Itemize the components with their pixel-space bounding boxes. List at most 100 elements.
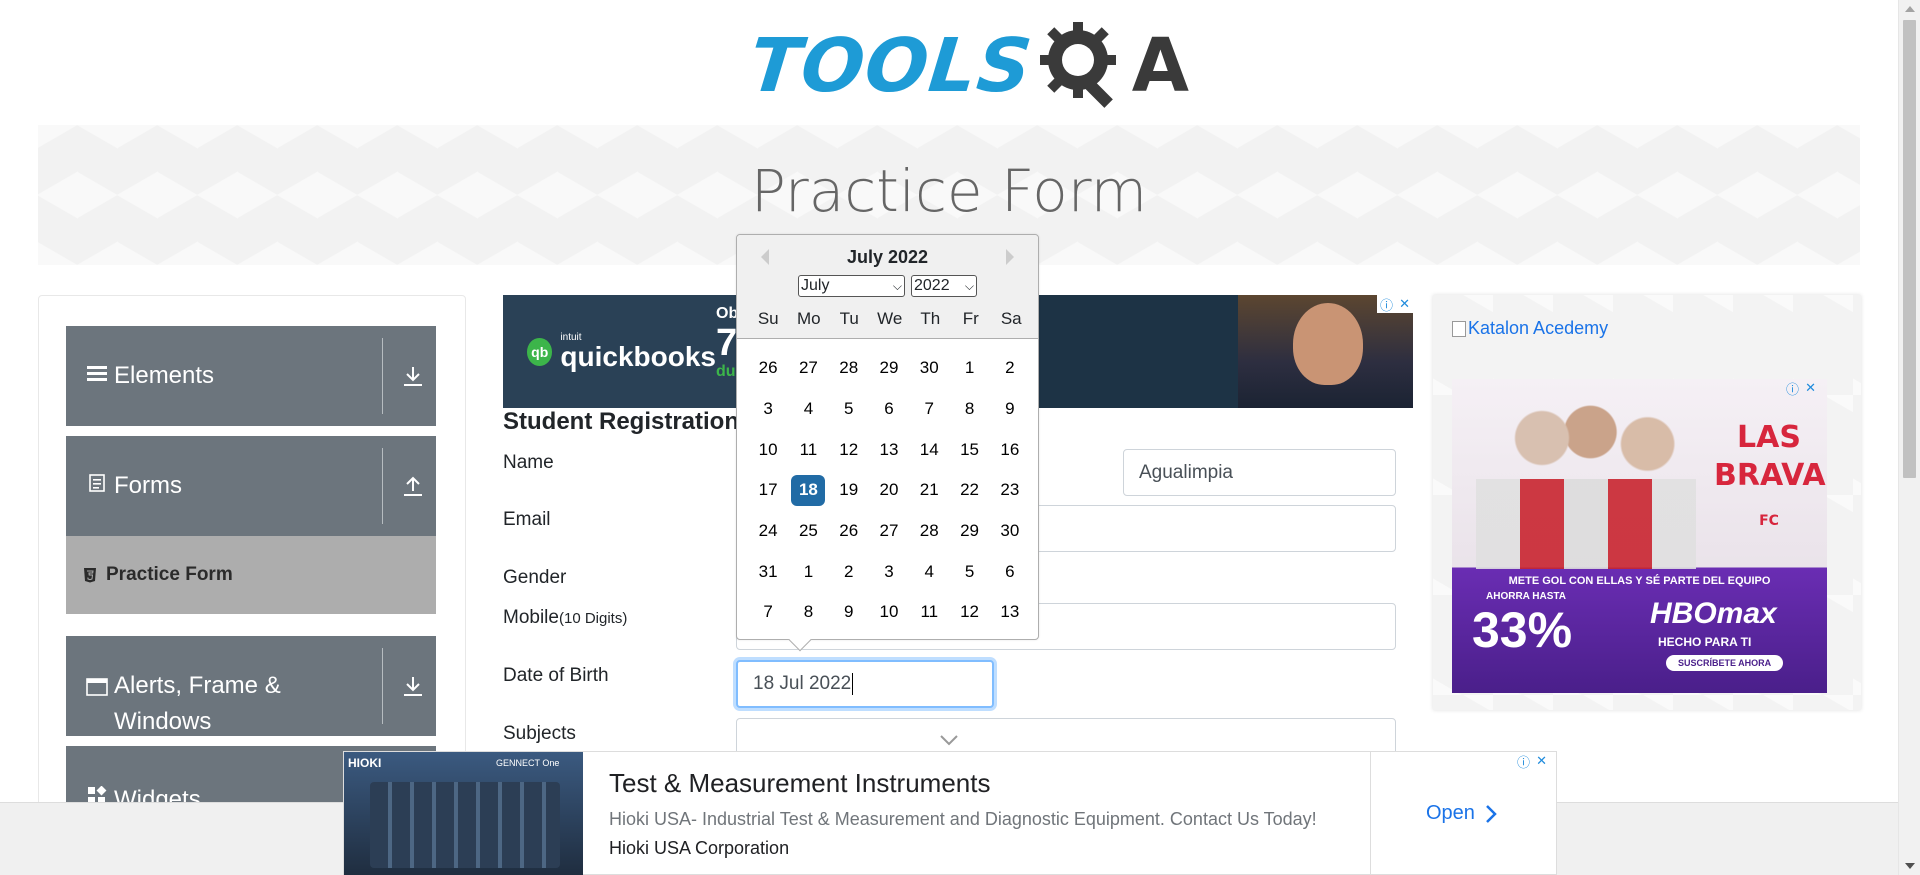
- calendar-day[interactable]: 12: [949, 592, 989, 633]
- calendar-day[interactable]: 28: [829, 348, 869, 389]
- katalon-ad-link[interactable]: Katalon Acedemy: [1452, 318, 1608, 339]
- chevron-down-icon: ⌵: [964, 278, 974, 293]
- calendar-week: 7 8 9 10 11 12 13: [748, 592, 1030, 633]
- close-icon: ✕: [1805, 380, 1816, 395]
- download-icon[interactable]: [400, 636, 426, 736]
- calendar-day[interactable]: 29: [869, 348, 909, 389]
- ad-description: Hioki USA- Industrial Test & Measurement…: [609, 809, 1317, 829]
- current-month: July 2022: [846, 247, 929, 267]
- calendar-day[interactable]: 10: [869, 592, 909, 633]
- date-picker-header: July 2022 July ⌵ 2022 ⌵ Su Mo Tu We Th Fr …: [737, 235, 1038, 339]
- nav-group-alerts[interactable]: Alerts, Frame & Windows: [66, 636, 436, 736]
- nav-group-label: Elements: [114, 362, 215, 389]
- calendar-day[interactable]: 4: [909, 551, 949, 592]
- form-title: Student Registration: [503, 408, 740, 435]
- scroll-down-icon: [1905, 863, 1915, 869]
- calendar-day[interactable]: 11: [788, 429, 828, 470]
- calendar-day[interactable]: 27: [788, 348, 828, 389]
- calendar-day[interactable]: 23: [990, 470, 1030, 511]
- calendar-day[interactable]: 27: [869, 511, 909, 552]
- calendar-day[interactable]: 7: [748, 592, 788, 633]
- gear-icon: [1036, 20, 1132, 112]
- calendar-day[interactable]: 12: [829, 429, 869, 470]
- calendar-week: 10 11 12 13 14 15 16: [748, 429, 1030, 470]
- upload-icon[interactable]: [400, 436, 426, 536]
- calendar-day[interactable]: 4: [788, 389, 828, 430]
- calendar-day[interactable]: 30: [909, 348, 949, 389]
- ad-title[interactable]: Test & Measurement Instruments: [609, 768, 990, 799]
- download-icon[interactable]: [400, 326, 426, 426]
- calendar-day[interactable]: 13: [869, 429, 909, 470]
- ad-choices-icon[interactable]: ⓘ ✕: [1514, 752, 1550, 770]
- page-scrollbar[interactable]: [1898, 0, 1920, 875]
- last-name-input[interactable]: Agualimpia: [1123, 449, 1396, 496]
- calendar-day[interactable]: 1: [788, 551, 828, 592]
- nav-group-forms[interactable]: Forms: [66, 436, 436, 536]
- nav-group-elements[interactable]: Elements: [66, 326, 436, 426]
- calendar-day[interactable]: 21: [909, 470, 949, 511]
- calendar-day[interactable]: 10: [748, 429, 788, 470]
- calendar-day-selected[interactable]: 18: [788, 470, 828, 511]
- calendar-day[interactable]: 9: [829, 592, 869, 633]
- nav-group-label-line2: Windows: [114, 708, 212, 735]
- toolsqa-logo[interactable]: TOOLS A: [745, 20, 1189, 112]
- calendar-day[interactable]: 25: [788, 511, 828, 552]
- calendar-day[interactable]: 15: [949, 429, 989, 470]
- calendar-day[interactable]: 9: [990, 389, 1030, 430]
- calendar-day[interactable]: 5: [949, 551, 989, 592]
- calendar-day[interactable]: 16: [990, 429, 1030, 470]
- month-select[interactable]: July ⌵: [798, 275, 905, 297]
- calendar-day[interactable]: 3: [748, 389, 788, 430]
- calendar-day[interactable]: 19: [829, 470, 869, 511]
- calendar-day[interactable]: 22: [949, 470, 989, 511]
- right-ad-panel: Katalon Acedemy LAS BRAVAS FC METE GOL C…: [1433, 295, 1861, 710]
- calendar-day[interactable]: 17: [748, 470, 788, 511]
- year-select[interactable]: 2022 ⌵: [911, 275, 977, 297]
- calendar-day[interactable]: 8: [788, 592, 828, 633]
- info-icon: ⓘ: [1380, 297, 1394, 313]
- info-icon: ⓘ: [1517, 754, 1531, 770]
- ad-hioki[interactable]: HIOKI GENNECT One Test & Measurement Ins…: [343, 751, 1557, 875]
- calendar-day[interactable]: 11: [909, 592, 949, 633]
- ad-choices-icon[interactable]: ⓘ ✕: [1377, 295, 1413, 313]
- calendar-day[interactable]: 24: [748, 511, 788, 552]
- calendar-day[interactable]: 28: [909, 511, 949, 552]
- ad-choices-icon[interactable]: ⓘ ✕: [1783, 379, 1819, 397]
- calendar-day[interactable]: 31: [748, 551, 788, 592]
- calendar-day[interactable]: 26: [829, 511, 869, 552]
- weekday: We: [877, 309, 903, 328]
- calendar-day[interactable]: 20: [869, 470, 909, 511]
- last-name-value: Agualimpia: [1139, 461, 1233, 483]
- chevron-down-icon[interactable]: [939, 731, 959, 753]
- ad-advertiser: Hioki USA Corporation: [609, 838, 790, 858]
- calendar-day[interactable]: 7: [909, 389, 949, 430]
- ad-product-image: HIOKI GENNECT One: [344, 752, 583, 875]
- calendar-grid: 26 27 28 29 30 1 2 3 4 5 6 7 8 9 10 11 12 13 14 15 16 17 18 19 2…: [748, 348, 1030, 633]
- calendar-day[interactable]: 3: [869, 551, 909, 592]
- calendar-day[interactable]: 14: [909, 429, 949, 470]
- calendar-day[interactable]: 29: [949, 511, 989, 552]
- calendar-day[interactable]: 8: [949, 389, 989, 430]
- date-of-birth-input[interactable]: 18 Jul 2022: [736, 660, 994, 708]
- next-month-icon[interactable]: [1006, 249, 1014, 265]
- calendar-day[interactable]: 6: [869, 389, 909, 430]
- calendar-day[interactable]: 1: [949, 348, 989, 389]
- weekday: Fr: [962, 309, 979, 328]
- calendar-day[interactable]: 2: [990, 348, 1030, 389]
- calendar-day[interactable]: 6: [990, 551, 1030, 592]
- calendar-day[interactable]: 26: [748, 348, 788, 389]
- broken-image-icon: [1452, 320, 1466, 337]
- open-button[interactable]: Open: [1426, 802, 1499, 825]
- show-title: LAS BRAVAS FC: [1714, 420, 1827, 529]
- calendar-day[interactable]: 5: [829, 389, 869, 430]
- scrollbar-thumb: [1903, 20, 1916, 478]
- subscribe-button[interactable]: SUSCRÍBETE AHORA: [1666, 655, 1784, 671]
- discount: 33%: [1472, 602, 1573, 658]
- calendar-day[interactable]: 30: [990, 511, 1030, 552]
- calendar-week: 24 25 26 27 28 29 30: [748, 511, 1030, 552]
- calendar-day[interactable]: 2: [829, 551, 869, 592]
- hbo-max-ad[interactable]: LAS BRAVAS FC METE GOL CON ELLAS Y SÉ PA…: [1452, 379, 1827, 693]
- sidebar-item-practice-form[interactable]: Practice Form: [66, 536, 436, 614]
- calendar-day[interactable]: 13: [990, 592, 1030, 633]
- dob-label: Date of Birth: [503, 665, 609, 686]
